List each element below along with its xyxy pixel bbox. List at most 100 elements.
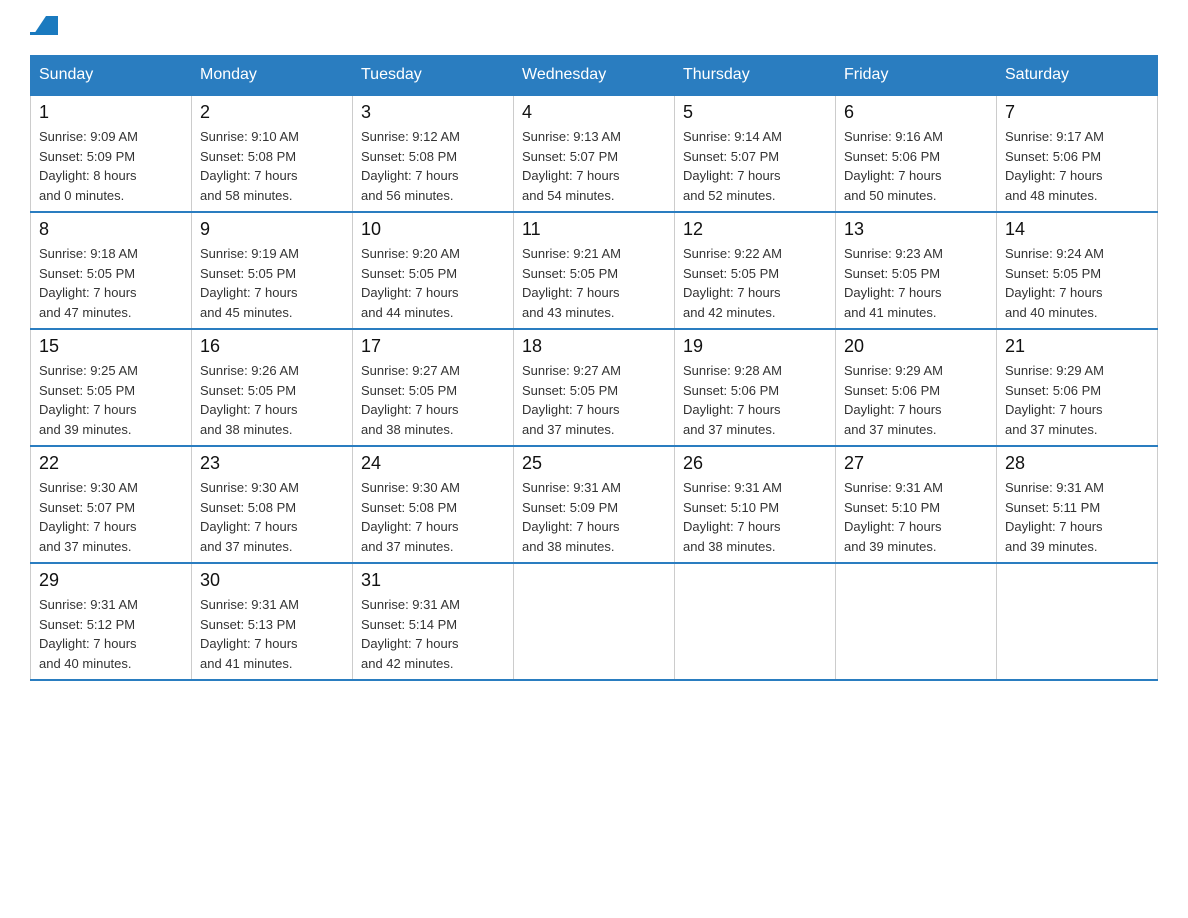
day-info: Sunrise: 9:31 AMSunset: 5:14 PMDaylight:… <box>361 595 505 673</box>
day-info: Sunrise: 9:29 AMSunset: 5:06 PMDaylight:… <box>844 361 988 439</box>
week-row-4: 22Sunrise: 9:30 AMSunset: 5:07 PMDayligh… <box>31 446 1158 563</box>
day-info: Sunrise: 9:09 AMSunset: 5:09 PMDaylight:… <box>39 127 183 205</box>
day-info: Sunrise: 9:31 AMSunset: 5:12 PMDaylight:… <box>39 595 183 673</box>
calendar-cell: 27Sunrise: 9:31 AMSunset: 5:10 PMDayligh… <box>836 446 997 563</box>
day-number: 26 <box>683 453 827 474</box>
day-info: Sunrise: 9:30 AMSunset: 5:08 PMDaylight:… <box>200 478 344 556</box>
calendar-cell: 22Sunrise: 9:30 AMSunset: 5:07 PMDayligh… <box>31 446 192 563</box>
day-info: Sunrise: 9:18 AMSunset: 5:05 PMDaylight:… <box>39 244 183 322</box>
calendar-cell <box>514 563 675 680</box>
day-number: 14 <box>1005 219 1149 240</box>
day-number: 4 <box>522 102 666 123</box>
day-number: 5 <box>683 102 827 123</box>
day-number: 29 <box>39 570 183 591</box>
calendar-cell <box>836 563 997 680</box>
day-number: 2 <box>200 102 344 123</box>
calendar-cell: 6 Sunrise: 9:16 AMSunset: 5:06 PMDaylight… <box>836 95 997 212</box>
day-info: Sunrise: 9:31 AMSunset: 5:10 PMDaylight:… <box>683 478 827 556</box>
week-row-5: 29 Sunrise: 9:31 AMSunset: 5:12 PMDayligh… <box>31 563 1158 680</box>
day-info: Sunrise: 9:31 AMSunset: 5:09 PMDaylight:… <box>522 478 666 556</box>
page-header <box>30 20 1158 35</box>
day-number: 18 <box>522 336 666 357</box>
day-number: 17 <box>361 336 505 357</box>
calendar-cell: 23Sunrise: 9:30 AMSunset: 5:08 PMDayligh… <box>192 446 353 563</box>
day-info: Sunrise: 9:10 AMSunset: 5:08 PMDaylight:… <box>200 127 344 205</box>
day-info: Sunrise: 9:28 AMSunset: 5:06 PMDaylight:… <box>683 361 827 439</box>
week-row-3: 15 Sunrise: 9:25 AMSunset: 5:05 PMDayligh… <box>31 329 1158 446</box>
calendar-cell: 13 Sunrise: 9:23 AMSunset: 5:05 PMDayligh… <box>836 212 997 329</box>
weekday-header-row: SundayMondayTuesdayWednesdayThursdayFrid… <box>31 56 1158 96</box>
day-info: Sunrise: 9:31 AMSunset: 5:11 PMDaylight:… <box>1005 478 1149 556</box>
day-number: 3 <box>361 102 505 123</box>
day-number: 13 <box>844 219 988 240</box>
day-info: Sunrise: 9:30 AMSunset: 5:08 PMDaylight:… <box>361 478 505 556</box>
calendar-cell: 5 Sunrise: 9:14 AMSunset: 5:07 PMDaylight… <box>675 95 836 212</box>
day-info: Sunrise: 9:21 AMSunset: 5:05 PMDaylight:… <box>522 244 666 322</box>
day-number: 20 <box>844 336 988 357</box>
weekday-header-thursday: Thursday <box>675 56 836 96</box>
calendar-cell: 11 Sunrise: 9:21 AMSunset: 5:05 PMDayligh… <box>514 212 675 329</box>
day-number: 9 <box>200 219 344 240</box>
day-number: 16 <box>200 336 344 357</box>
day-info: Sunrise: 9:31 AMSunset: 5:13 PMDaylight:… <box>200 595 344 673</box>
calendar-cell <box>675 563 836 680</box>
calendar-cell: 17 Sunrise: 9:27 AMSunset: 5:05 PMDayligh… <box>353 329 514 446</box>
weekday-header-wednesday: Wednesday <box>514 56 675 96</box>
day-info: Sunrise: 9:27 AMSunset: 5:05 PMDaylight:… <box>361 361 505 439</box>
weekday-header-monday: Monday <box>192 56 353 96</box>
day-number: 6 <box>844 102 988 123</box>
week-row-2: 8Sunrise: 9:18 AMSunset: 5:05 PMDaylight… <box>31 212 1158 329</box>
day-number: 10 <box>361 219 505 240</box>
day-info: Sunrise: 9:27 AMSunset: 5:05 PMDaylight:… <box>522 361 666 439</box>
day-info: Sunrise: 9:14 AMSunset: 5:07 PMDaylight:… <box>683 127 827 205</box>
day-info: Sunrise: 9:24 AMSunset: 5:05 PMDaylight:… <box>1005 244 1149 322</box>
calendar-cell: 18 Sunrise: 9:27 AMSunset: 5:05 PMDayligh… <box>514 329 675 446</box>
day-info: Sunrise: 9:13 AMSunset: 5:07 PMDaylight:… <box>522 127 666 205</box>
calendar-cell: 12Sunrise: 9:22 AMSunset: 5:05 PMDayligh… <box>675 212 836 329</box>
day-info: Sunrise: 9:17 AMSunset: 5:06 PMDaylight:… <box>1005 127 1149 205</box>
logo-underline <box>30 32 58 35</box>
day-info: Sunrise: 9:12 AMSunset: 5:08 PMDaylight:… <box>361 127 505 205</box>
day-info: Sunrise: 9:23 AMSunset: 5:05 PMDaylight:… <box>844 244 988 322</box>
day-number: 12 <box>683 219 827 240</box>
weekday-header-sunday: Sunday <box>31 56 192 96</box>
calendar-cell: 31 Sunrise: 9:31 AMSunset: 5:14 PMDayligh… <box>353 563 514 680</box>
calendar-cell: 7Sunrise: 9:17 AMSunset: 5:06 PMDaylight… <box>997 95 1158 212</box>
calendar-cell: 19 Sunrise: 9:28 AMSunset: 5:06 PMDayligh… <box>675 329 836 446</box>
calendar-cell: 14 Sunrise: 9:24 AMSunset: 5:05 PMDayligh… <box>997 212 1158 329</box>
calendar-cell: 28 Sunrise: 9:31 AMSunset: 5:11 PMDayligh… <box>997 446 1158 563</box>
calendar-cell: 4 Sunrise: 9:13 AMSunset: 5:07 PMDaylight… <box>514 95 675 212</box>
calendar-cell: 20 Sunrise: 9:29 AMSunset: 5:06 PMDayligh… <box>836 329 997 446</box>
calendar-cell: 9 Sunrise: 9:19 AMSunset: 5:05 PMDaylight… <box>192 212 353 329</box>
day-number: 31 <box>361 570 505 591</box>
weekday-header-friday: Friday <box>836 56 997 96</box>
day-info: Sunrise: 9:19 AMSunset: 5:05 PMDaylight:… <box>200 244 344 322</box>
day-number: 28 <box>1005 453 1149 474</box>
day-number: 15 <box>39 336 183 357</box>
day-info: Sunrise: 9:16 AMSunset: 5:06 PMDaylight:… <box>844 127 988 205</box>
calendar-cell: 30 Sunrise: 9:31 AMSunset: 5:13 PMDayligh… <box>192 563 353 680</box>
calendar-cell: 15 Sunrise: 9:25 AMSunset: 5:05 PMDayligh… <box>31 329 192 446</box>
day-number: 21 <box>1005 336 1149 357</box>
week-row-1: 1 Sunrise: 9:09 AMSunset: 5:09 PMDaylight… <box>31 95 1158 212</box>
day-number: 1 <box>39 102 183 123</box>
day-info: Sunrise: 9:25 AMSunset: 5:05 PMDaylight:… <box>39 361 183 439</box>
calendar-table: SundayMondayTuesdayWednesdayThursdayFrid… <box>30 55 1158 681</box>
calendar-cell: 10Sunrise: 9:20 AMSunset: 5:05 PMDayligh… <box>353 212 514 329</box>
day-number: 30 <box>200 570 344 591</box>
calendar-cell: 3 Sunrise: 9:12 AMSunset: 5:08 PMDaylight… <box>353 95 514 212</box>
day-number: 22 <box>39 453 183 474</box>
calendar-cell: 24Sunrise: 9:30 AMSunset: 5:08 PMDayligh… <box>353 446 514 563</box>
calendar-cell: 25Sunrise: 9:31 AMSunset: 5:09 PMDayligh… <box>514 446 675 563</box>
weekday-header-saturday: Saturday <box>997 56 1158 96</box>
calendar-cell: 8Sunrise: 9:18 AMSunset: 5:05 PMDaylight… <box>31 212 192 329</box>
calendar-cell: 26 Sunrise: 9:31 AMSunset: 5:10 PMDayligh… <box>675 446 836 563</box>
calendar-cell <box>997 563 1158 680</box>
weekday-header-tuesday: Tuesday <box>353 56 514 96</box>
calendar-cell: 1 Sunrise: 9:09 AMSunset: 5:09 PMDaylight… <box>31 95 192 212</box>
calendar-cell: 16Sunrise: 9:26 AMSunset: 5:05 PMDayligh… <box>192 329 353 446</box>
day-number: 11 <box>522 219 666 240</box>
day-number: 19 <box>683 336 827 357</box>
day-info: Sunrise: 9:31 AMSunset: 5:10 PMDaylight:… <box>844 478 988 556</box>
calendar-cell: 2 Sunrise: 9:10 AMSunset: 5:08 PMDaylight… <box>192 95 353 212</box>
